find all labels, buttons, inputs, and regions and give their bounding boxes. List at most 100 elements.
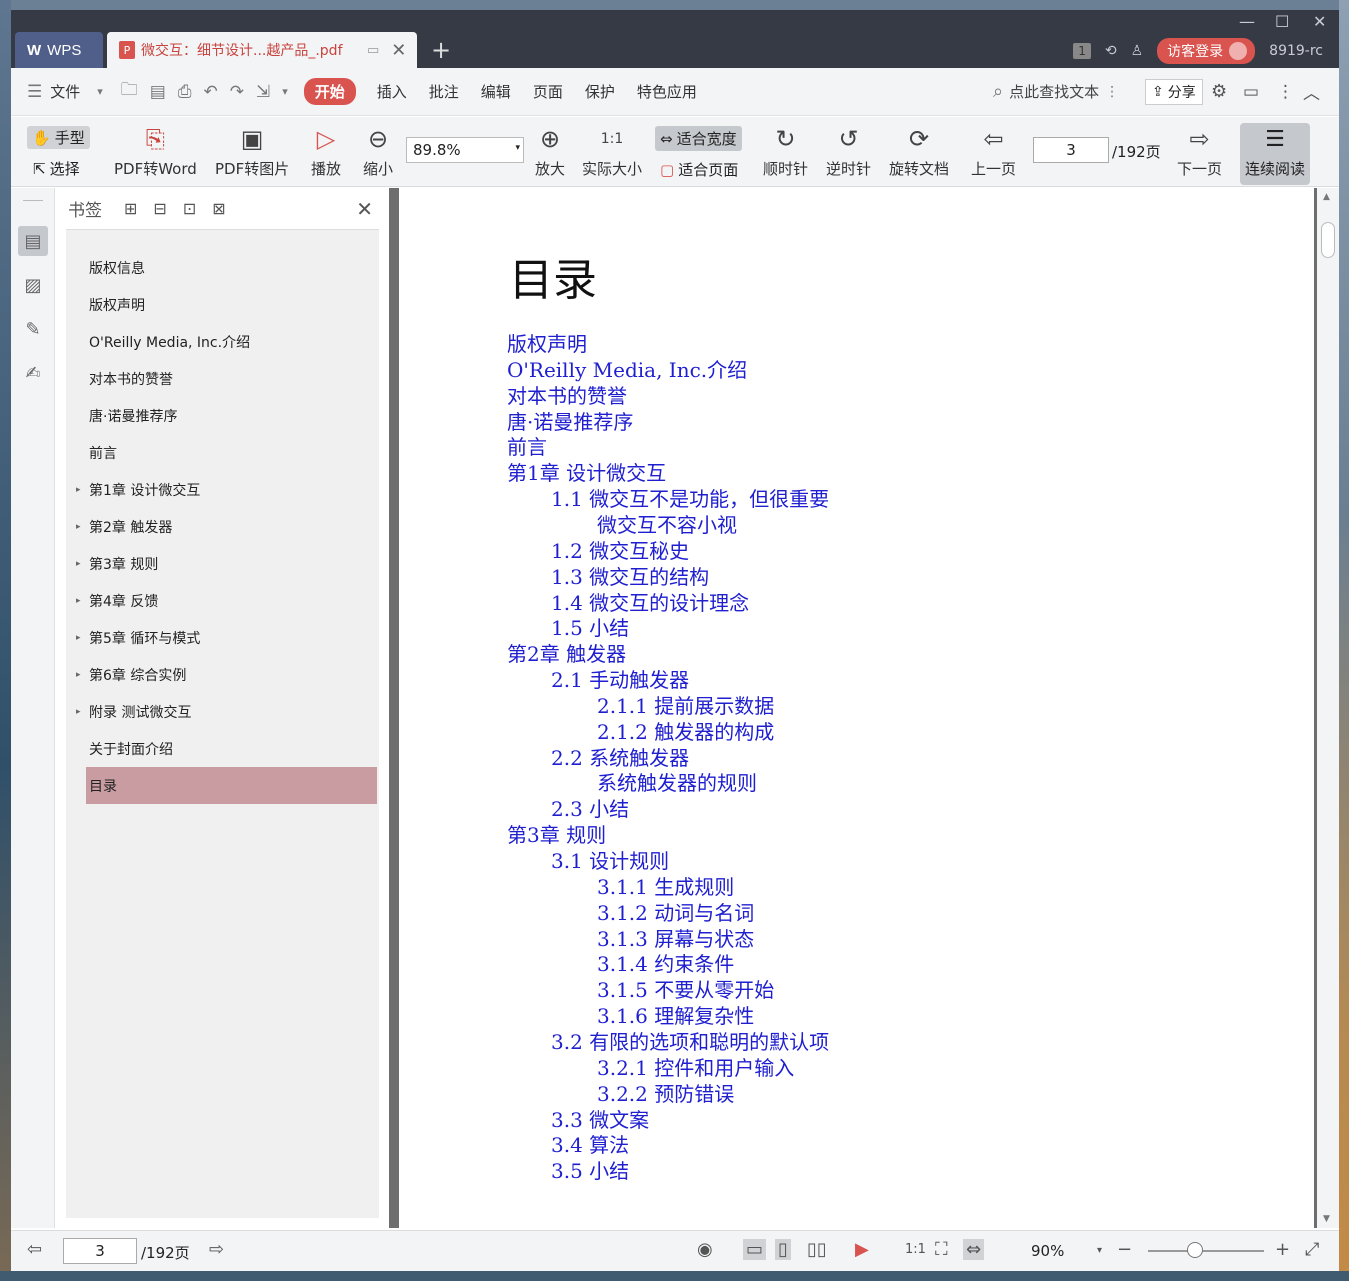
tab-close-icon[interactable]: ✕	[391, 40, 406, 61]
zoom-dropdown-icon[interactable]: ▾	[1097, 1245, 1102, 1256]
pdf-to-image-button[interactable]: ▣ PDF转图片	[215, 123, 289, 179]
bookmark-item[interactable]: 对本书的赞誉	[86, 360, 377, 397]
undo-icon[interactable]: ↶	[197, 82, 223, 102]
tab-page[interactable]: 页面	[522, 81, 574, 102]
toc-link[interactable]: 3.1 设计规则	[551, 849, 669, 873]
toc-link[interactable]: 2.1.1 提前展示数据	[597, 694, 774, 718]
bookmark-item[interactable]: 前言	[86, 434, 377, 471]
toc-link[interactable]: 3.1.4 约束条件	[597, 952, 734, 976]
bookmark-item[interactable]: ▸ 第6章 综合实例	[76, 656, 377, 693]
expand-arrow-icon[interactable]: ▸	[76, 559, 81, 569]
vertical-scrollbar[interactable]: ▲ ▼	[1317, 188, 1339, 1228]
toc-link[interactable]: 3.3 微文案	[551, 1108, 649, 1132]
actual-size-small-icon[interactable]: 1:1	[905, 1242, 926, 1257]
tab-document[interactable]: P 微交互：细节设计...越产品_.pdf ▭ ✕	[107, 32, 417, 68]
bookmark-item[interactable]: ▸ 第5章 循环与模式	[76, 619, 377, 656]
more-options-icon[interactable]: ⋮	[1105, 84, 1119, 100]
bookmark-item[interactable]: ▸ 第2章 触发器	[76, 508, 377, 545]
expand-arrow-icon[interactable]: ▸	[76, 633, 81, 643]
expand-arrow-icon[interactable]: ▸	[76, 522, 81, 532]
fit-width-small-icon[interactable]: ⇔	[963, 1239, 985, 1260]
toc-link[interactable]: 对本书的赞誉	[507, 384, 627, 408]
toc-link[interactable]: 第3章 规则	[507, 823, 606, 847]
annotation-pen-icon[interactable]: ✎	[18, 314, 48, 344]
bookmark-item[interactable]: O'Reilly Media, Inc.介绍	[86, 323, 377, 360]
zoom-select[interactable]: 89.8% ▾	[406, 137, 524, 163]
toc-link[interactable]: 第1章 设计微交互	[507, 461, 666, 485]
redo-icon[interactable]: ↷	[224, 82, 250, 102]
bookmark-settings-icon[interactable]: ⊠	[212, 199, 225, 218]
play-slideshow-icon[interactable]: ▶	[855, 1239, 869, 1260]
expand-arrow-icon[interactable]: ▸	[76, 707, 81, 717]
toc-link[interactable]: 3.4 算法	[551, 1133, 629, 1157]
toc-link[interactable]: 1.4 微交互的设计理念	[551, 591, 749, 615]
next-page-button[interactable]: ⇨ 下一页	[1177, 123, 1222, 179]
toc-link[interactable]: 1.1 微交互不是功能，但很重要	[551, 487, 829, 511]
bookmark-item[interactable]: 唐·诺曼推荐序	[86, 397, 377, 434]
minimize-button[interactable]: —	[1239, 12, 1255, 31]
toc-link[interactable]: 1.5 小结	[551, 616, 629, 640]
eye-protection-icon[interactable]: ◉	[697, 1239, 713, 1260]
collapse-all-icon[interactable]: ⊟	[153, 199, 166, 218]
toc-link[interactable]: 3.2.1 控件和用户输入	[597, 1056, 794, 1080]
login-button[interactable]: 访客登录	[1157, 38, 1256, 64]
bookmark-item[interactable]: ▸ 第1章 设计微交互	[76, 471, 377, 508]
continuous-reading-button[interactable]: ☰ 连续阅读	[1240, 123, 1310, 185]
zoom-out-button[interactable]: ⊖ 缩小	[362, 123, 394, 179]
bookmark-list-icon[interactable]: ▤	[18, 226, 48, 256]
share-button[interactable]: ⇪ 分享	[1145, 78, 1203, 105]
bookmark-item[interactable]: 版权信息	[86, 249, 377, 286]
bookmark-item[interactable]: 版权声明	[86, 286, 377, 323]
select-tool-button[interactable]: ⇱ 选择	[33, 158, 80, 179]
page-number-input[interactable]: 3	[1033, 137, 1109, 163]
toc-link[interactable]: 3.1.6 理解复杂性	[597, 1004, 754, 1028]
scroll-down-icon[interactable]: ▼	[1323, 1214, 1330, 1224]
skin-icon[interactable]: ♙	[1131, 43, 1144, 59]
tab-wps-home[interactable]: W WPS	[15, 32, 103, 68]
single-page-view-icon[interactable]: ▭	[743, 1239, 767, 1260]
fit-width-button[interactable]: ⇔ 适合宽度	[655, 126, 742, 151]
toc-link[interactable]: 2.3 小结	[551, 797, 629, 821]
toc-link[interactable]: 3.5 小结	[551, 1159, 629, 1183]
toc-link[interactable]: 2.1.2 触发器的构成	[597, 720, 774, 744]
tab-special[interactable]: 特色应用	[626, 81, 708, 102]
signature-icon[interactable]: ✍	[18, 358, 48, 388]
toc-link[interactable]: 1.2 微交互秘史	[551, 539, 689, 563]
toc-link[interactable]: 1.3 微交互的结构	[551, 565, 709, 589]
window-count-badge[interactable]: 1	[1073, 43, 1091, 59]
prev-page-arrow-icon[interactable]: ⇦	[27, 1239, 42, 1260]
expand-all-icon[interactable]: ⊞	[124, 199, 137, 218]
tab-annotate[interactable]: 批注	[418, 81, 470, 102]
tab-protect[interactable]: 保护	[574, 81, 626, 102]
settings-gear-icon[interactable]: ⚙	[1211, 81, 1227, 102]
fullscreen-icon[interactable]: ⤢	[1305, 1239, 1319, 1260]
expand-arrow-icon[interactable]: ▸	[76, 670, 81, 680]
more-vertical-icon[interactable]: ⋮	[1277, 82, 1294, 102]
scroll-up-icon[interactable]: ▲	[1323, 192, 1330, 202]
two-page-view-icon[interactable]: ▯▯	[807, 1239, 827, 1260]
continuous-view-icon[interactable]: ▯	[775, 1239, 791, 1260]
thumbnail-image-icon[interactable]: ▨	[18, 270, 48, 300]
more-dropdown-icon[interactable]: ▾	[276, 85, 294, 98]
toc-link[interactable]: 2.1 手动触发器	[551, 668, 689, 692]
expand-arrow-icon[interactable]: ▸	[76, 596, 81, 606]
print-icon[interactable]: ⎙	[172, 82, 198, 102]
bookmark-item[interactable]: 目录	[86, 767, 377, 804]
close-panel-icon[interactable]: ✕	[356, 197, 373, 221]
toc-link[interactable]: 3.1.2 动词与名词	[597, 901, 754, 925]
toc-link[interactable]: 微交互不容小视	[597, 513, 737, 537]
zoom-plus-icon[interactable]: +	[1275, 1239, 1290, 1260]
bookmark-item[interactable]: ▸ 第4章 反馈	[76, 582, 377, 619]
play-button[interactable]: ▷ 播放	[310, 123, 342, 179]
status-page-input[interactable]: 3	[63, 1238, 137, 1264]
tab-edit[interactable]: 编辑	[470, 81, 522, 102]
tab-start[interactable]: 开始	[303, 78, 356, 105]
fit-page-small-icon[interactable]: ⛶	[935, 1239, 948, 1260]
toc-link[interactable]: 前言	[507, 435, 547, 459]
toc-link[interactable]: 版权声明	[507, 332, 587, 356]
fit-page-button[interactable]: ▢ 适合页面	[660, 159, 738, 180]
toc-link[interactable]: 第2章 触发器	[507, 642, 626, 666]
toc-link[interactable]: 唐·诺曼推荐序	[507, 410, 633, 434]
toc-link[interactable]: 3.2 有限的选项和聪明的默认项	[551, 1030, 829, 1054]
bookmark-item[interactable]: 关于封面介绍	[86, 730, 377, 767]
